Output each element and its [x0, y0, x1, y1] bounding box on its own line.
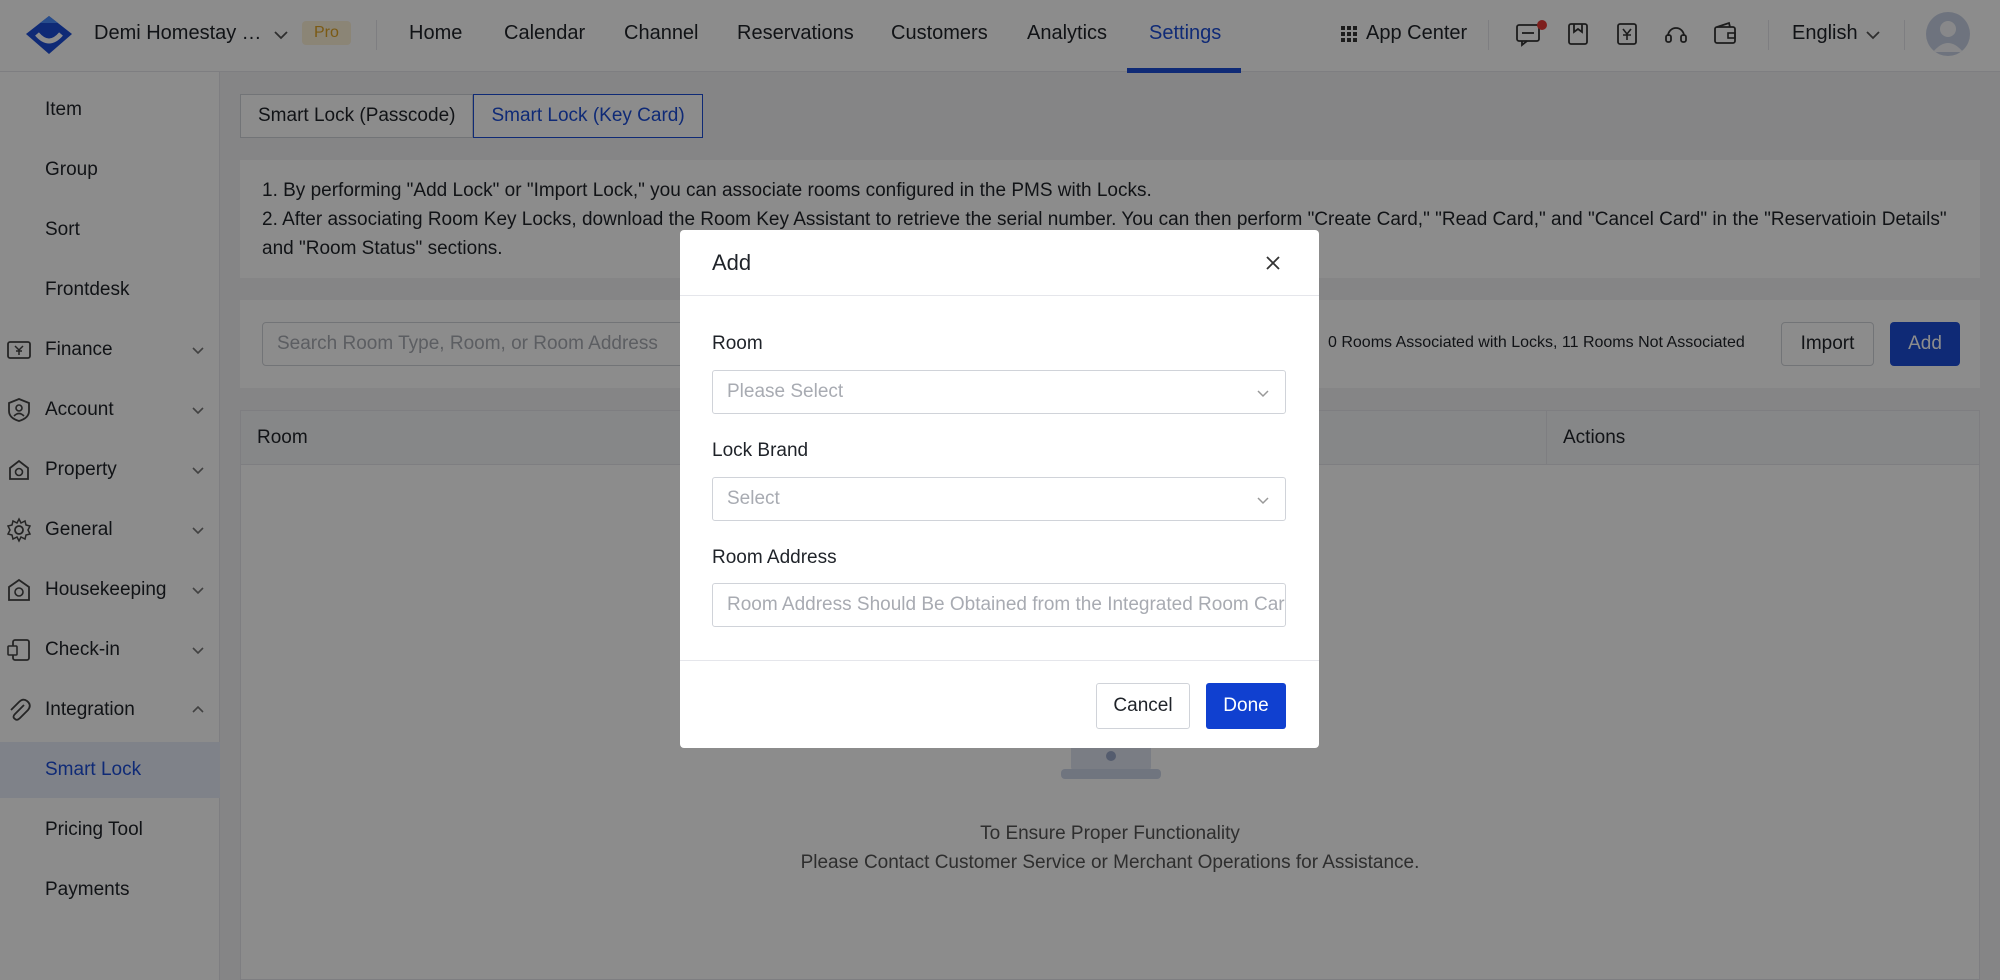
dialog-title: Add	[712, 250, 752, 275]
lock-brand-label: Lock Brand	[712, 440, 809, 461]
add-lock-dialog: Add Room Please Select Lock Brand Select…	[680, 230, 1319, 748]
close-button[interactable]	[1260, 250, 1286, 276]
room-address-label: Room Address	[712, 547, 837, 568]
room-select-placeholder: Please Select	[727, 381, 844, 402]
room-label: Room	[712, 333, 763, 354]
cancel-button[interactable]: Cancel	[1096, 683, 1190, 729]
chevron-down-icon	[1257, 390, 1269, 398]
lock-brand-placeholder: Select	[727, 488, 780, 509]
chevron-down-icon	[1257, 497, 1269, 505]
done-button[interactable]: Done	[1206, 683, 1286, 729]
lock-brand-select[interactable]: Select	[712, 477, 1286, 521]
close-icon	[1266, 256, 1280, 270]
room-select[interactable]: Please Select	[712, 370, 1286, 414]
dialog-header-divider	[680, 295, 1319, 296]
dialog-footer-divider	[680, 660, 1319, 661]
room-address-input[interactable]: Room Address Should Be Obtained from the…	[712, 583, 1286, 627]
